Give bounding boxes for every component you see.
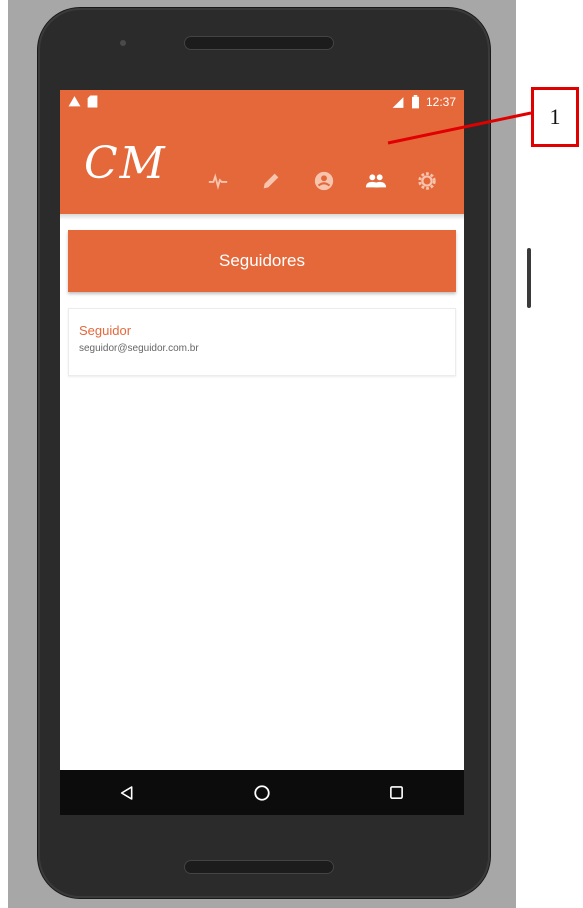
recents-icon[interactable] [377,773,417,813]
back-icon[interactable] [107,773,147,813]
battery-icon [411,95,419,109]
status-time: 12:37 [425,95,456,109]
group-icon[interactable] [361,166,391,196]
app-bar-shadow [60,214,464,220]
top-speaker [184,36,334,50]
callout-number: 1 [549,104,561,129]
system-nav-bar [60,770,464,815]
signal-icon [392,96,404,108]
account-icon[interactable] [309,166,339,196]
settings-icon[interactable] [412,166,442,196]
section-title-bar: Seguidores [68,230,456,292]
follower-email: seguidor@seguidor.com.br [79,343,199,354]
callout-label: 1 [531,87,579,147]
sd-card-icon [87,95,98,108]
app-bar: CM [60,114,464,214]
pencil-icon[interactable] [256,166,286,196]
bottom-speaker [184,860,334,874]
follower-list-item[interactable]: Seguidor seguidor@seguidor.com.br [68,308,456,376]
app-logo: CM [84,138,167,189]
camera [120,40,126,46]
status-bar: 12:37 [60,90,464,114]
pulse-icon[interactable] [203,166,233,196]
home-icon[interactable] [242,773,282,813]
phone-frame: 12:37 CM Seguidores Seguidor seguidor@se… [38,8,531,898]
phone-screen: 12:37 CM Seguidores Seguidor seguidor@se… [60,90,464,815]
page-title: Seguidores [218,251,305,270]
side-button [527,248,531,308]
follower-name: Seguidor [79,323,132,338]
warning-icon [68,96,81,107]
